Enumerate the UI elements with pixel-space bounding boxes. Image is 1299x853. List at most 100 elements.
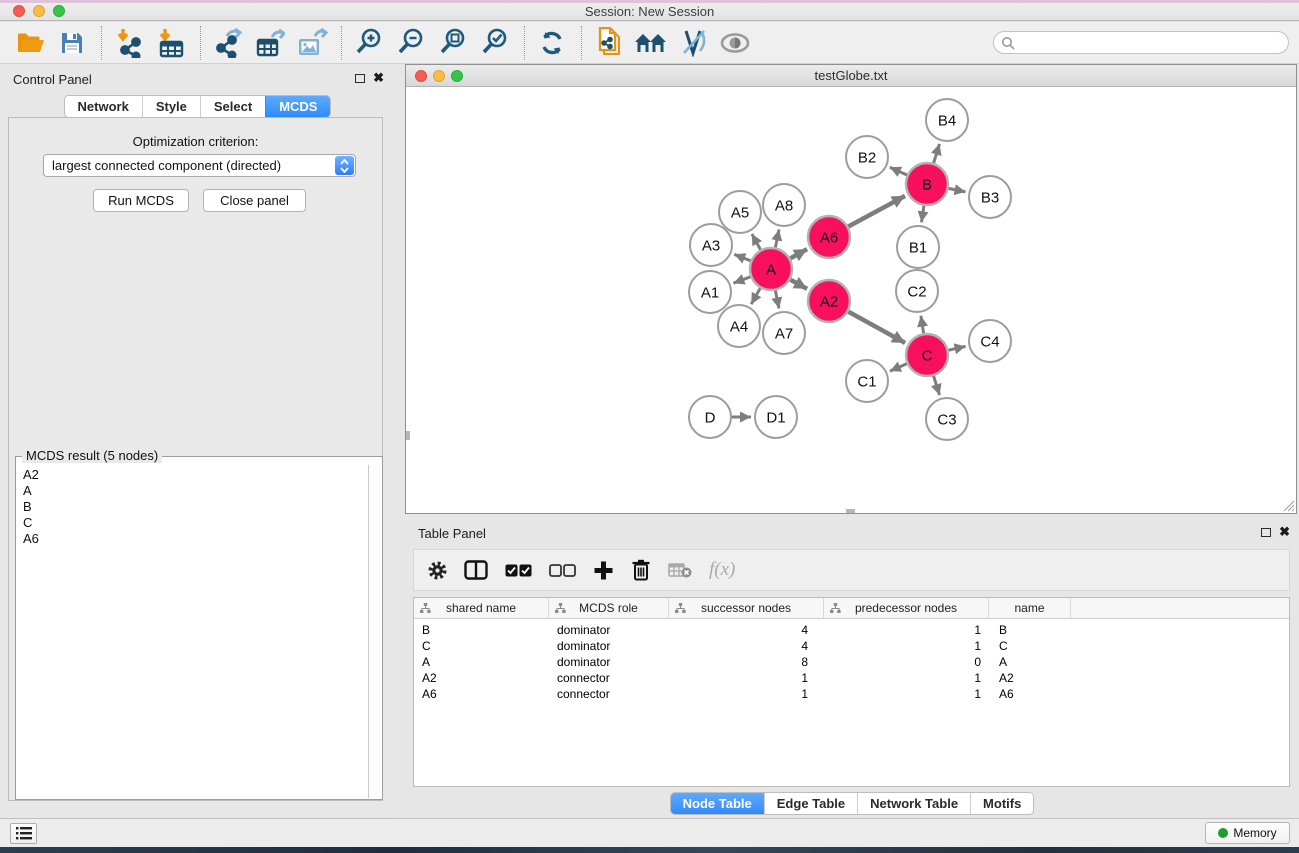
- result-item[interactable]: C: [20, 515, 366, 531]
- table-cell[interactable]: A6: [989, 686, 1071, 702]
- table-cell[interactable]: 1: [824, 670, 989, 686]
- table-cell[interactable]: C: [414, 638, 549, 654]
- table-cell[interactable]: 4: [669, 622, 824, 638]
- table-row[interactable]: A2connector11A2: [414, 670, 1289, 686]
- table-cell[interactable]: connector: [549, 670, 669, 686]
- zoom-selected-icon[interactable]: [477, 26, 513, 60]
- graph-node-A6[interactable]: A6: [808, 216, 850, 258]
- select-stepper-icon[interactable]: [335, 156, 354, 175]
- graph-node-A3[interactable]: A3: [690, 224, 732, 266]
- graph-node-A7[interactable]: A7: [763, 312, 805, 354]
- refresh-icon[interactable]: [534, 26, 570, 60]
- tab-node-table[interactable]: Node Table: [671, 793, 764, 814]
- graph-edge-C-C1[interactable]: [890, 364, 907, 371]
- deselect-all-checkboxes-icon[interactable]: [549, 564, 576, 577]
- graph-node-D1[interactable]: D1: [755, 396, 797, 438]
- horizontal-scroll-mark[interactable]: [846, 509, 855, 513]
- search-field[interactable]: [993, 31, 1289, 54]
- table-cell[interactable]: A2: [989, 670, 1071, 686]
- import-network-icon[interactable]: [111, 26, 147, 60]
- export-network-icon[interactable]: [210, 26, 246, 60]
- graph-edge-A-A3[interactable]: [734, 254, 750, 260]
- mcds-result-list[interactable]: A2ABCA6: [20, 467, 366, 797]
- column-header-mcds-role[interactable]: MCDS role: [549, 598, 669, 618]
- table-cell[interactable]: 1: [824, 622, 989, 638]
- graph-node-C[interactable]: C: [906, 334, 948, 376]
- column-header-successor-nodes[interactable]: successor nodes: [669, 598, 824, 618]
- optimization-criterion-select[interactable]: largest connected component (directed): [43, 154, 356, 177]
- export-table-icon[interactable]: [252, 26, 288, 60]
- table-cell[interactable]: dominator: [549, 622, 669, 638]
- select-all-checkboxes-icon[interactable]: [505, 564, 532, 577]
- table-row[interactable]: A6connector11A6: [414, 686, 1289, 702]
- graph-node-C1[interactable]: C1: [846, 360, 888, 402]
- float-table-panel-icon[interactable]: [1261, 528, 1271, 537]
- table-cell[interactable]: dominator: [549, 638, 669, 654]
- column-header-name[interactable]: name: [989, 598, 1071, 618]
- graph-node-C3[interactable]: C3: [926, 398, 968, 440]
- table-cell[interactable]: B: [414, 622, 549, 638]
- show-graphics-details-eye-icon[interactable]: [717, 26, 753, 60]
- table-cell[interactable]: B: [989, 622, 1071, 638]
- tab-network-table[interactable]: Network Table: [857, 793, 970, 814]
- close-panel-button[interactable]: Close panel: [203, 189, 306, 212]
- run-mcds-button[interactable]: Run MCDS: [93, 189, 189, 212]
- graph-node-C2[interactable]: C2: [896, 270, 938, 312]
- result-item[interactable]: B: [20, 499, 366, 515]
- table-cell[interactable]: connector: [549, 686, 669, 702]
- table-row[interactable]: Cdominator41C: [414, 638, 1289, 654]
- zoom-in-icon[interactable]: [351, 26, 387, 60]
- search-input[interactable]: [1015, 34, 1288, 52]
- graph-node-D[interactable]: D: [689, 396, 731, 438]
- delete-table-icon[interactable]: [668, 562, 692, 578]
- column-header-shared-name[interactable]: shared name: [414, 598, 549, 618]
- zoom-out-icon[interactable]: [393, 26, 429, 60]
- add-column-icon[interactable]: [593, 560, 614, 581]
- graph-edge-A-A4[interactable]: [751, 288, 760, 304]
- close-table-panel-icon[interactable]: ✖: [1279, 524, 1290, 540]
- graph-edge-A-A7[interactable]: [775, 291, 779, 309]
- table-row[interactable]: Adominator80A: [414, 654, 1289, 670]
- import-table-icon[interactable]: [153, 26, 189, 60]
- network-canvas[interactable]: AA1A2A3A4A5A6A7A8BB1B2B3B4CC1C2C3C4DD1: [406, 87, 1296, 513]
- table-cell[interactable]: 1: [824, 686, 989, 702]
- graph-node-A1[interactable]: A1: [689, 271, 731, 313]
- table-cell[interactable]: 0: [824, 654, 989, 670]
- memory-button[interactable]: Memory: [1205, 822, 1290, 844]
- graph-edge-A-A5[interactable]: [752, 234, 761, 250]
- network-graph[interactable]: AA1A2A3A4A5A6A7A8BB1B2B3B4CC1C2C3C4DD1: [406, 87, 1296, 513]
- column-header-predecessor-nodes[interactable]: predecessor nodes: [824, 598, 989, 618]
- column-selector-icon[interactable]: [464, 560, 488, 580]
- show-panels-list-button[interactable]: [10, 823, 37, 844]
- table-cell[interactable]: 1: [669, 686, 824, 702]
- table-cell[interactable]: dominator: [549, 654, 669, 670]
- tab-edge-table[interactable]: Edge Table: [764, 793, 857, 814]
- export-image-icon[interactable]: [294, 26, 330, 60]
- result-scrollbar[interactable]: [368, 465, 381, 798]
- tab-style[interactable]: Style: [142, 96, 200, 117]
- save-session-icon[interactable]: [54, 26, 90, 60]
- graph-node-A2[interactable]: A2: [808, 280, 850, 322]
- table-cell[interactable]: A: [414, 654, 549, 670]
- graph-edge-C-C2[interactable]: [921, 316, 924, 334]
- table-cell[interactable]: A2: [414, 670, 549, 686]
- graph-node-B1[interactable]: B1: [897, 226, 939, 268]
- graph-node-A8[interactable]: A8: [763, 184, 805, 226]
- vertical-scroll-mark[interactable]: [406, 431, 410, 440]
- open-file-icon[interactable]: [12, 26, 48, 60]
- graph-node-A4[interactable]: A4: [718, 305, 760, 347]
- tab-mcds[interactable]: MCDS: [265, 96, 330, 117]
- table-cell[interactable]: A6: [414, 686, 549, 702]
- table-cell[interactable]: 8: [669, 654, 824, 670]
- graph-node-B[interactable]: B: [906, 163, 948, 205]
- delete-column-icon[interactable]: [631, 559, 651, 581]
- table-cell[interactable]: 4: [669, 638, 824, 654]
- network-window-titlebar[interactable]: testGlobe.txt: [406, 65, 1296, 87]
- table-cell[interactable]: 1: [669, 670, 824, 686]
- resize-grip-icon[interactable]: [1281, 498, 1295, 512]
- annotations-icon[interactable]: [675, 26, 711, 60]
- graph-edge-B-B3[interactable]: [949, 188, 966, 192]
- result-item[interactable]: A6: [20, 531, 366, 547]
- graph-node-B2[interactable]: B2: [846, 136, 888, 178]
- table-row[interactable]: Bdominator41B: [414, 622, 1289, 638]
